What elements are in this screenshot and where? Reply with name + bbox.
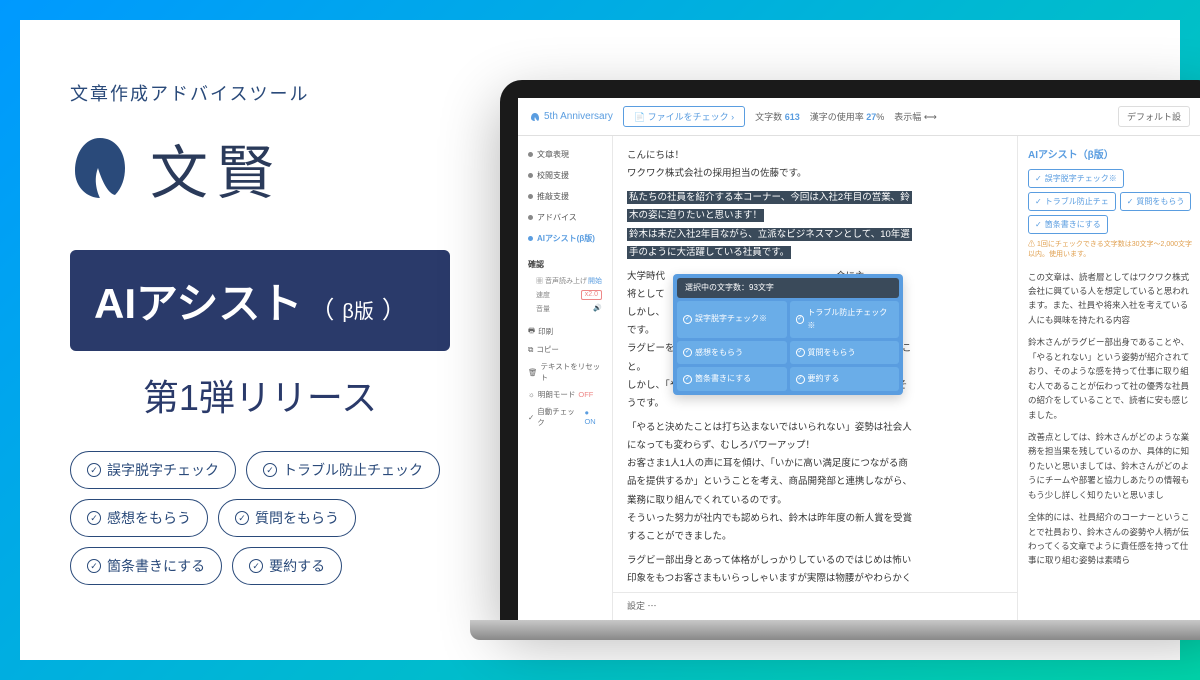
leaf-logo-icon: [70, 133, 130, 203]
app-topbar: 5th Anniversary 📄 ファイルをチェック › 文字数 613 漢字…: [518, 98, 1200, 136]
sidebar-print[interactable]: 🖶 印刷: [524, 322, 606, 341]
right-body: この文章は、読者層としてはワクワク株式会社に興ている人を想定していると思われます…: [1028, 270, 1192, 568]
sidebar-reset[interactable]: 🗑 テキストをリセット: [524, 358, 606, 386]
check-icon: ✓: [235, 511, 249, 525]
sidebar-item-proofreading[interactable]: 校閲支援: [524, 165, 606, 186]
text-line: 「やると決めたことは打ち込まないではいられない」姿勢は社会人: [627, 420, 1003, 436]
text-line-selected: 手のように大活躍している社員です。: [627, 245, 1003, 261]
product-name: 文賢: [150, 126, 282, 210]
laptop-base: [470, 620, 1200, 640]
editor-settings-bar[interactable]: 設定 ⋯: [613, 592, 1017, 620]
check-icon: ✓: [263, 463, 277, 477]
kanji-ratio-stat: 漢字の使用率 27%: [810, 110, 885, 123]
right-chip-trouble[interactable]: ✓ トラブル防止チェ: [1028, 192, 1116, 211]
text-line: ワクワク株式会社の採用担当の佐藤です。: [627, 166, 1003, 182]
app-sidebar: 文章表現 校閲支援 推敲支援 アドバイス AIアシスト(β版) 確認 ▦ 音声読…: [518, 136, 613, 620]
editor-area[interactable]: こんにちは！ ワクワク株式会社の採用担当の佐藤です。 私たちの社員を紹介する本コ…: [613, 136, 1017, 620]
text-line: こんにちは！: [627, 148, 1003, 164]
popup-trouble-check[interactable]: ✓トラブル防止チェック※: [790, 301, 900, 338]
sidebar-section-confirm: 確認: [524, 255, 606, 274]
popup-selection-count: 選択中の文字数：93文字: [677, 278, 899, 298]
release-text: 第1弾リリース: [70, 369, 450, 421]
chip-summarize[interactable]: ✓要約する: [232, 547, 342, 585]
right-chip-typo[interactable]: ✓ 誤字脱字チェック※: [1028, 169, 1124, 188]
check-icon: ✓: [249, 559, 263, 573]
popup-get-questions[interactable]: ✓質問をもらう: [790, 341, 900, 365]
right-para: 鈴木さんがラグビー部出身であることや、「やるとれない」という姿勢が紹介されており…: [1028, 335, 1192, 422]
text-line: うです。: [627, 396, 1003, 412]
sidebar-clear-mode[interactable]: ☼ 明朗モード OFF: [524, 386, 606, 403]
text-line: お客さま1人1人の声に耳を傾け、「いかに高い満足度につながる商: [627, 456, 1003, 472]
check-icon: ✓: [87, 463, 101, 477]
right-panel-title: AIアシスト（β版）: [1028, 146, 1192, 161]
chip-get-questions[interactable]: ✓質問をもらう: [218, 499, 356, 537]
tagline: 文章作成アドバイスツール: [70, 80, 450, 106]
display-width-stat: 表示幅 ⟷: [894, 110, 936, 123]
right-chip-bulletize[interactable]: ✓ 箇条書きにする: [1028, 215, 1108, 234]
sidebar-item-expression[interactable]: 文章表現: [524, 144, 606, 165]
char-count-stat: 文字数 613: [755, 110, 800, 123]
headline-paren-open: （: [310, 290, 334, 325]
text-line: ラグビー部出身とあって体格がしっかりしているのではじめは怖い: [627, 553, 1003, 569]
sidebar-item-ai-assist[interactable]: AIアシスト(β版): [524, 228, 606, 249]
right-para: 改善点としては、鈴木さんがどのような業務を担当果を残しているのか、具体的に知りた…: [1028, 430, 1192, 502]
right-panel: AIアシスト（β版） ✓ 誤字脱字チェック※ ✓ トラブル防止チェ ✓ 質問をも…: [1017, 136, 1200, 620]
check-icon: ✓: [87, 559, 101, 573]
text-line: 業務に取り組んでくれているのです。: [627, 493, 1003, 509]
leaf-small-icon: [530, 112, 540, 122]
ai-assist-popup: 選択中の文字数：93文字 ✓誤字脱字チェック※ ✓トラブル防止チェック※ ✓感想…: [673, 274, 903, 395]
text-line: になっても変わらず、むしろパワーアップ！: [627, 438, 1003, 454]
headline-beta: β版: [342, 295, 374, 324]
default-button[interactable]: デフォルト設: [1118, 106, 1190, 127]
popup-bulletize[interactable]: ✓箇条書きにする: [677, 367, 787, 391]
right-note: ⚠ 1回にチェックできる文字数は30文字～2,000文字以内。使用います。: [1028, 240, 1192, 260]
headline-box: AIアシスト （ β版 ）: [70, 250, 450, 351]
right-para: この文章は、読者層としてはワクワク株式会社に興ている人を想定していると思われます…: [1028, 270, 1192, 328]
sidebar-tts[interactable]: ▦ 音声読み上げ開始: [524, 274, 606, 288]
anniversary-badge: 5th Anniversary: [530, 111, 613, 122]
sidebar-volume[interactable]: 音量🔊: [524, 302, 606, 316]
sidebar-item-advice[interactable]: アドバイス: [524, 207, 606, 228]
popup-typo-check[interactable]: ✓誤字脱字チェック※: [677, 301, 787, 338]
sidebar-copy[interactable]: ⧉ コピー: [524, 341, 606, 358]
feature-chips: ✓誤字脱字チェック ✓トラブル防止チェック ✓感想をもらう ✓質問をもらう ✓箇…: [70, 451, 450, 585]
chip-bulletize[interactable]: ✓箇条書きにする: [70, 547, 222, 585]
headline-paren-close: ）: [382, 290, 406, 325]
text-line: そういった努力が社内でも認められ、鈴木は昨年度の新人賞を受賞: [627, 511, 1003, 527]
sidebar-auto-check[interactable]: ✓ 自動チェック ● ON: [524, 403, 606, 431]
text-line: 品を提供するか」ということを考え、商品開発部と連携しながら、: [627, 474, 1003, 490]
chip-typo-check[interactable]: ✓誤字脱字チェック: [70, 451, 236, 489]
chip-trouble-check[interactable]: ✓トラブル防止チェック: [246, 451, 440, 489]
laptop-mockup: 5th Anniversary 📄 ファイルをチェック › 文字数 613 漢字…: [500, 80, 1200, 660]
right-chip-questions[interactable]: ✓ 質問をもらう: [1120, 192, 1192, 211]
popup-summarize[interactable]: ✓要約する: [790, 367, 900, 391]
text-line: 印象をもつお客さまもいらっしゃいますが実際は物腰がやわらかく: [627, 571, 1003, 587]
text-line-selected: 私たちの社員を紹介する本コーナー、今回は入社2年目の営業、鈴: [627, 190, 1003, 206]
headline-main: AIアシスト: [94, 270, 302, 331]
chip-get-feedback[interactable]: ✓感想をもらう: [70, 499, 208, 537]
check-icon: ✓: [87, 511, 101, 525]
popup-get-feedback[interactable]: ✓感想をもらう: [677, 341, 787, 365]
sidebar-item-revision[interactable]: 推敲支援: [524, 186, 606, 207]
text-line-selected: 鈴木は未だ入社2年目ながら、立派なビジネスマンとして、10年選: [627, 227, 1003, 243]
text-line: することができました。: [627, 529, 1003, 545]
file-check-button[interactable]: 📄 ファイルをチェック ›: [623, 106, 745, 127]
sidebar-speed[interactable]: 速度x2.0: [524, 288, 606, 302]
right-para: 全体的には、社員紹介のコーナーということで社員おり、鈴木さんの姿勢や人柄が伝わっ…: [1028, 510, 1192, 568]
text-line-selected: 木の姿に迫りたいと思います！: [627, 208, 1003, 224]
